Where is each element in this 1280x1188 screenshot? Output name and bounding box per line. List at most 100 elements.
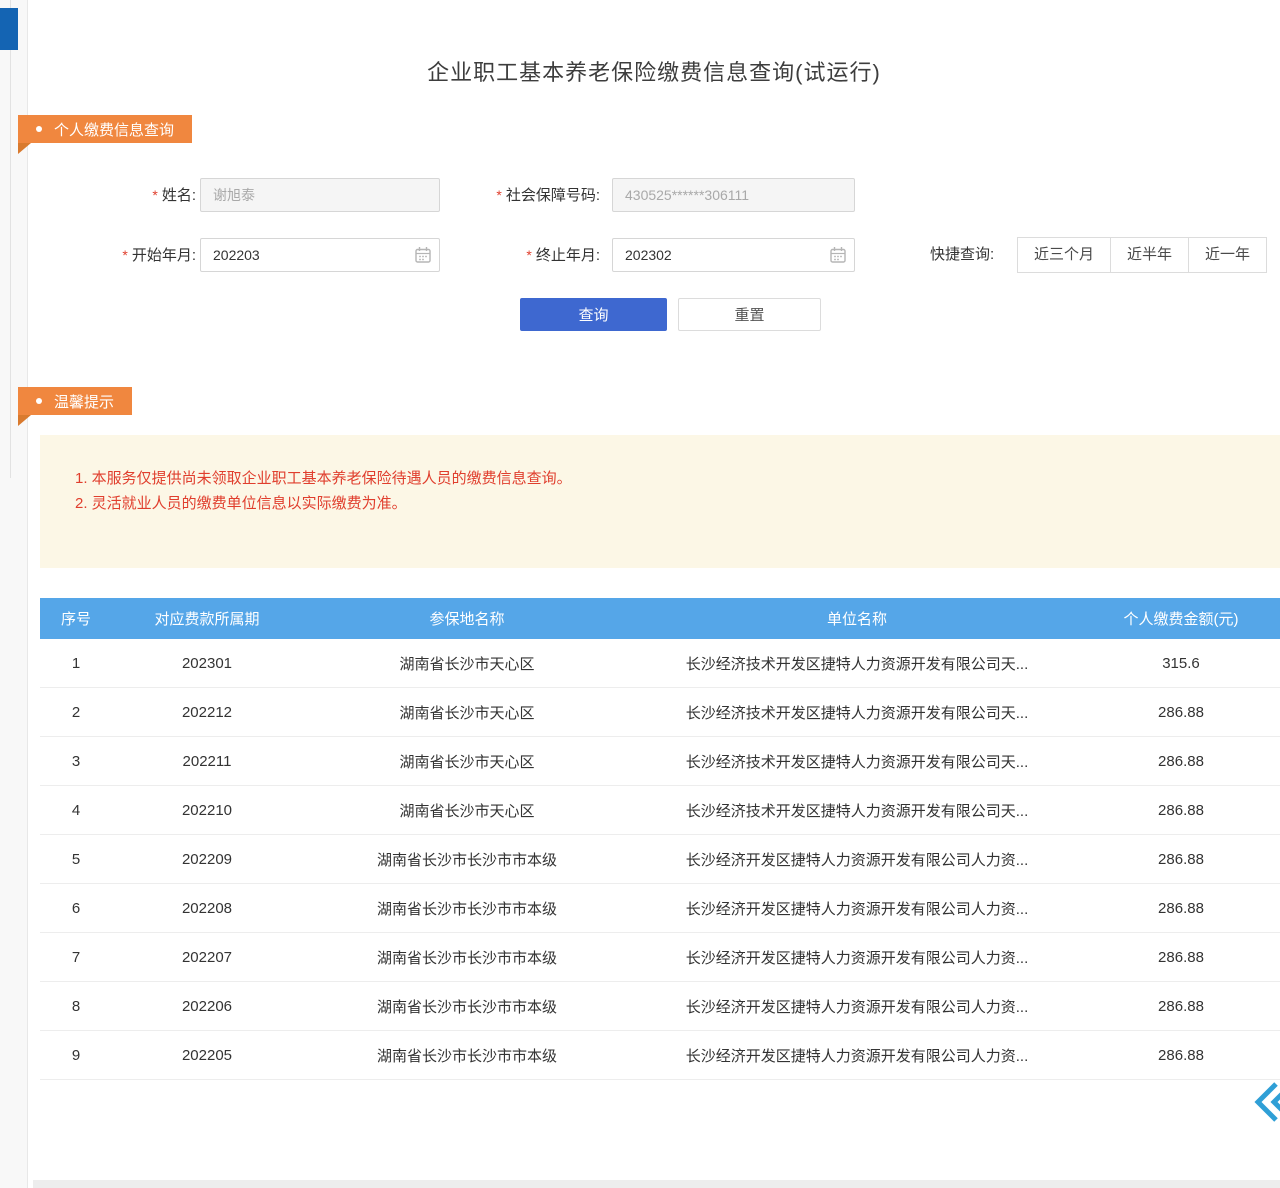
table-cell: 286.88	[1082, 851, 1280, 868]
ssn-label: *社会保障号码:	[440, 178, 600, 212]
table-cell: 湖南省长沙市天心区	[302, 702, 632, 723]
tip-line-1: 1. 本服务仅提供尚未领取企业职工基本养老保险待遇人员的缴费信息查询。	[75, 467, 572, 488]
left-blue-tab	[0, 8, 18, 50]
table-cell: 202210	[112, 802, 302, 819]
table-cell: 湖南省长沙市天心区	[302, 653, 632, 674]
reset-button[interactable]: 重置	[678, 298, 821, 331]
end-month-label: *终止年月:	[440, 238, 600, 272]
table-cell: 湖南省长沙市长沙市市本级	[302, 947, 632, 968]
table-cell: 286.88	[1082, 949, 1280, 966]
table-header-row: 序号 对应费款所属期 参保地名称 单位名称 个人缴费金额(元)	[40, 598, 1280, 639]
table-cell: 4	[40, 802, 112, 819]
badge-fold	[18, 143, 31, 154]
table-cell: 湖南省长沙市长沙市市本级	[302, 1045, 632, 1066]
tip-line-2: 2. 灵活就业人员的缴费单位信息以实际缴费为准。	[75, 492, 407, 513]
table-cell: 315.6	[1082, 655, 1280, 672]
col-header-place: 参保地名称	[302, 608, 632, 629]
col-header-unit: 单位名称	[632, 608, 1082, 629]
table-row: 7202207湖南省长沙市长沙市市本级长沙经济开发区捷特人力资源开发有限公司人力…	[40, 933, 1280, 982]
badge-fold	[18, 415, 31, 426]
quick-query-group: 近三个月 近半年 近一年	[1018, 237, 1267, 273]
quick-option-halfyear[interactable]: 近半年	[1110, 237, 1189, 273]
section-badge-query: 个人缴费信息查询	[18, 115, 192, 143]
table-cell: 长沙经济开发区捷特人力资源开发有限公司人力资...	[632, 1045, 1082, 1066]
table-row: 4202210湖南省长沙市天心区长沙经济技术开发区捷特人力资源开发有限公司天..…	[40, 786, 1280, 835]
table-cell: 202205	[112, 1047, 302, 1064]
table-cell: 202206	[112, 998, 302, 1015]
table-cell: 286.88	[1082, 998, 1280, 1015]
table-cell: 长沙经济技术开发区捷特人力资源开发有限公司天...	[632, 653, 1082, 674]
table-cell: 长沙经济技术开发区捷特人力资源开发有限公司天...	[632, 751, 1082, 772]
table-cell: 202301	[112, 655, 302, 672]
table-cell: 湖南省长沙市长沙市市本级	[302, 849, 632, 870]
start-month-label: *开始年月:	[60, 238, 196, 272]
table-cell: 286.88	[1082, 900, 1280, 917]
table-cell: 286.88	[1082, 802, 1280, 819]
table-cell: 202211	[112, 753, 302, 770]
table-cell: 湖南省长沙市长沙市市本级	[302, 996, 632, 1017]
table-row: 2202212湖南省长沙市天心区长沙经济技术开发区捷特人力资源开发有限公司天..…	[40, 688, 1280, 737]
ssn-field[interactable]	[612, 178, 855, 212]
table-cell: 7	[40, 949, 112, 966]
table-row: 8202206湖南省长沙市长沙市市本级长沙经济开发区捷特人力资源开发有限公司人力…	[40, 982, 1280, 1031]
table-cell: 286.88	[1082, 704, 1280, 721]
name-label: *姓名:	[60, 178, 196, 212]
page-title: 企业职工基本养老保险缴费信息查询(试运行)	[28, 55, 1280, 87]
table-row: 9202205湖南省长沙市长沙市市本级长沙经济开发区捷特人力资源开发有限公司人力…	[40, 1031, 1280, 1080]
table-cell: 长沙经济开发区捷特人力资源开发有限公司人力资...	[632, 849, 1082, 870]
calendar-icon[interactable]	[829, 246, 847, 264]
table-cell: 长沙经济开发区捷特人力资源开发有限公司人力资...	[632, 947, 1082, 968]
table-cell: 286.88	[1082, 1047, 1280, 1064]
table-cell: 202208	[112, 900, 302, 917]
query-button[interactable]: 查询	[520, 298, 667, 331]
table-row: 6202208湖南省长沙市长沙市市本级长沙经济开发区捷特人力资源开发有限公司人力…	[40, 884, 1280, 933]
results-table: 序号 对应费款所属期 参保地名称 单位名称 个人缴费金额(元) 1202301湖…	[40, 598, 1280, 1080]
table-row: 1202301湖南省长沙市天心区长沙经济技术开发区捷特人力资源开发有限公司天..…	[40, 639, 1280, 688]
end-month-field[interactable]	[612, 238, 855, 272]
table-cell: 9	[40, 1047, 112, 1064]
table-cell: 长沙经济技术开发区捷特人力资源开发有限公司天...	[632, 702, 1082, 723]
name-field[interactable]	[200, 178, 440, 212]
col-header-index: 序号	[40, 608, 112, 629]
left-panel-border	[10, 0, 11, 478]
table-cell: 长沙经济技术开发区捷特人力资源开发有限公司天...	[632, 800, 1082, 821]
page: 企业职工基本养老保险缴费信息查询(试运行) 个人缴费信息查询 *姓名: *社会保…	[0, 0, 1280, 1188]
quick-query-label: 快捷查询:	[930, 238, 994, 272]
col-header-amount: 个人缴费金额(元)	[1082, 608, 1280, 629]
tips-box: 1. 本服务仅提供尚未领取企业职工基本养老保险待遇人员的缴费信息查询。 2. 灵…	[40, 435, 1280, 568]
table-cell: 长沙经济开发区捷特人力资源开发有限公司人力资...	[632, 996, 1082, 1017]
table-cell: 6	[40, 900, 112, 917]
table-row: 5202209湖南省长沙市长沙市市本级长沙经济开发区捷特人力资源开发有限公司人力…	[40, 835, 1280, 884]
section-badge-tips: 温馨提示	[18, 387, 132, 415]
table-cell: 8	[40, 998, 112, 1015]
double-left-chevron-icon[interactable]	[1250, 1080, 1280, 1124]
bottom-strip	[33, 1180, 1280, 1188]
section-badge-tips-label: 温馨提示	[54, 391, 114, 412]
col-header-period: 对应费款所属期	[112, 608, 302, 629]
table-cell: 湖南省长沙市长沙市市本级	[302, 898, 632, 919]
start-month-field[interactable]	[200, 238, 440, 272]
table-cell: 5	[40, 851, 112, 868]
table-cell: 202209	[112, 851, 302, 868]
required-asterisk: *	[496, 187, 501, 203]
table-cell: 202212	[112, 704, 302, 721]
quick-option-3months[interactable]: 近三个月	[1017, 237, 1111, 273]
table-cell: 1	[40, 655, 112, 672]
section-badge-query-label: 个人缴费信息查询	[54, 119, 174, 140]
table-cell: 202207	[112, 949, 302, 966]
table-cell: 湖南省长沙市天心区	[302, 800, 632, 821]
calendar-icon[interactable]	[414, 246, 432, 264]
table-cell: 286.88	[1082, 753, 1280, 770]
bullet-dot-icon	[36, 398, 42, 404]
left-gutter	[0, 0, 28, 1188]
table-row: 3202211湖南省长沙市天心区长沙经济技术开发区捷特人力资源开发有限公司天..…	[40, 737, 1280, 786]
bullet-dot-icon	[36, 126, 42, 132]
required-asterisk: *	[152, 187, 157, 203]
table-cell: 湖南省长沙市天心区	[302, 751, 632, 772]
table-cell: 2	[40, 704, 112, 721]
table-cell: 3	[40, 753, 112, 770]
table-body: 1202301湖南省长沙市天心区长沙经济技术开发区捷特人力资源开发有限公司天..…	[40, 639, 1280, 1080]
quick-option-oneyear[interactable]: 近一年	[1188, 237, 1267, 273]
required-asterisk: *	[526, 247, 531, 263]
table-cell: 长沙经济开发区捷特人力资源开发有限公司人力资...	[632, 898, 1082, 919]
